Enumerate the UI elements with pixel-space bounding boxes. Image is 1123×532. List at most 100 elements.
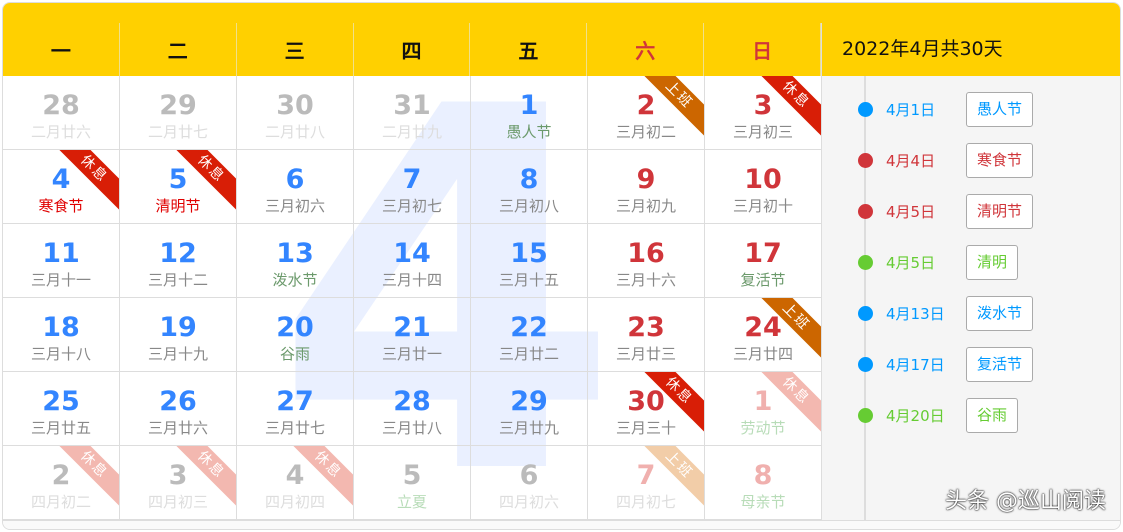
day-cell[interactable]: 23 三月廿三 bbox=[588, 298, 705, 372]
event-date: 4月13日 bbox=[886, 304, 945, 323]
day-cell[interactable]: 16 三月十六 bbox=[588, 224, 705, 298]
day-cell[interactable]: 14 三月十四 bbox=[354, 224, 471, 298]
lunar-date: 三月初十 bbox=[732, 197, 793, 215]
day-cell[interactable]: 3 四月初三 休息 bbox=[120, 446, 237, 520]
day-number: 17 bbox=[744, 238, 782, 269]
weekday-header-cell: 四 bbox=[354, 23, 471, 76]
event-tag[interactable]: 复活节 bbox=[966, 346, 1034, 382]
lunar-date: 三月初三 bbox=[732, 123, 793, 141]
day-cell[interactable]: 15 三月十五 bbox=[471, 224, 588, 298]
day-cell[interactable]: 20 谷雨 bbox=[237, 298, 354, 372]
day-cell[interactable]: 28 二月廿六 bbox=[3, 76, 120, 150]
lunar-date: 谷雨 bbox=[279, 345, 310, 363]
lunar-date: 三月十四 bbox=[381, 271, 442, 289]
lunar-date: 三月廿一 bbox=[381, 345, 442, 363]
day-number: 27 bbox=[276, 386, 314, 417]
day-cell[interactable]: 13 泼水节 bbox=[237, 224, 354, 298]
day-cell[interactable]: 2 三月初二 上班 bbox=[588, 76, 705, 150]
event-item[interactable]: 4月17日 复活节 bbox=[858, 346, 1034, 382]
day-cell[interactable]: 1 愚人节 bbox=[471, 76, 588, 150]
day-cell[interactable]: 21 三月廿一 bbox=[354, 298, 471, 372]
event-tag[interactable]: 愚人节 bbox=[966, 91, 1034, 127]
lunar-date: 三月初二 bbox=[615, 123, 676, 141]
event-date: 4月17日 bbox=[886, 355, 945, 374]
event-item[interactable]: 4月4日 寒食节 bbox=[858, 142, 1034, 178]
day-number: 1 bbox=[519, 90, 539, 121]
day-number: 10 bbox=[744, 164, 782, 195]
day-cell[interactable]: 11 三月十一 bbox=[3, 224, 120, 298]
event-item[interactable]: 4月20日 谷雨 bbox=[858, 397, 1019, 433]
timeline-dot-icon bbox=[858, 356, 873, 372]
lunar-date: 四月初三 bbox=[147, 493, 208, 511]
day-cell[interactable]: 30 三月三十 休息 bbox=[588, 372, 705, 446]
weekday-header-cell: 三 bbox=[237, 23, 354, 76]
event-tag[interactable]: 泼水节 bbox=[966, 295, 1034, 331]
lunar-date: 三月十六 bbox=[615, 271, 676, 289]
day-cell[interactable]: 31 二月廿九 bbox=[354, 76, 471, 150]
day-number: 13 bbox=[276, 238, 314, 269]
event-tag[interactable]: 清明节 bbox=[966, 193, 1034, 229]
event-tag[interactable]: 清明 bbox=[966, 244, 1019, 280]
day-number: 31 bbox=[393, 90, 431, 121]
day-cell[interactable]: 28 三月廿八 bbox=[354, 372, 471, 446]
event-tag[interactable]: 寒食节 bbox=[966, 142, 1034, 178]
lunar-date: 三月廿四 bbox=[732, 345, 793, 363]
lunar-date: 寒食节 bbox=[38, 197, 84, 215]
day-number: 11 bbox=[42, 238, 80, 269]
day-number: 29 bbox=[159, 90, 197, 121]
weekday-header-cell: 六 bbox=[587, 23, 705, 76]
event-item[interactable]: 4月5日 清明 bbox=[858, 244, 1019, 280]
day-number: 7 bbox=[402, 164, 422, 195]
timeline-dot-icon bbox=[858, 305, 873, 321]
day-number: 16 bbox=[627, 238, 665, 269]
event-date: 4月20日 bbox=[886, 406, 945, 425]
lunar-date: 四月初四 bbox=[264, 493, 325, 511]
lunar-date: 愚人节 bbox=[506, 123, 552, 141]
day-number: 8 bbox=[753, 460, 773, 491]
day-cell[interactable]: 5 立夏 bbox=[354, 446, 471, 520]
day-cell[interactable]: 22 三月廿二 bbox=[471, 298, 588, 372]
timeline-dot-icon bbox=[858, 407, 873, 423]
day-cell[interactable]: 5 清明节 休息 bbox=[120, 150, 237, 224]
lunar-date: 三月廿六 bbox=[147, 419, 208, 437]
day-cell[interactable]: 25 三月廿五 bbox=[3, 372, 120, 446]
lunar-date: 二月廿八 bbox=[264, 123, 325, 141]
event-item[interactable]: 4月1日 愚人节 bbox=[858, 91, 1034, 127]
day-cell[interactable]: 7 四月初七 上班 bbox=[588, 446, 705, 520]
lunar-date: 二月廿六 bbox=[30, 123, 91, 141]
day-cell[interactable]: 9 三月初九 bbox=[588, 150, 705, 224]
day-cell[interactable]: 29 二月廿七 bbox=[120, 76, 237, 150]
day-cell[interactable]: 12 三月十二 bbox=[120, 224, 237, 298]
day-cell[interactable]: 1 劳动节 休息 bbox=[705, 372, 822, 446]
lunar-date: 复活节 bbox=[740, 271, 786, 289]
day-number: 9 bbox=[636, 164, 656, 195]
day-cell[interactable]: 8 三月初八 bbox=[471, 150, 588, 224]
day-cell[interactable]: 2 四月初二 休息 bbox=[3, 446, 120, 520]
day-cell[interactable]: 19 三月十九 bbox=[120, 298, 237, 372]
day-cell[interactable]: 24 三月廿四 上班 bbox=[705, 298, 822, 372]
weekday-header-cell: 五 bbox=[470, 23, 588, 76]
day-cell[interactable]: 6 四月初六 bbox=[471, 446, 588, 520]
event-tag[interactable]: 谷雨 bbox=[966, 397, 1019, 433]
day-cell[interactable]: 3 三月初三 休息 bbox=[705, 76, 822, 150]
lunar-date: 三月十八 bbox=[30, 345, 91, 363]
day-number: 19 bbox=[159, 312, 197, 343]
day-cell[interactable]: 6 三月初六 bbox=[237, 150, 354, 224]
day-cell[interactable]: 29 三月廿九 bbox=[471, 372, 588, 446]
day-cell[interactable]: 7 三月初七 bbox=[354, 150, 471, 224]
day-cell[interactable]: 8 母亲节 bbox=[705, 446, 822, 520]
day-cell[interactable]: 4 四月初四 休息 bbox=[237, 446, 354, 520]
lunar-date: 三月十九 bbox=[147, 345, 208, 363]
day-cell[interactable]: 27 三月廿七 bbox=[237, 372, 354, 446]
lunar-date: 劳动节 bbox=[740, 419, 786, 437]
day-number: 6 bbox=[519, 460, 539, 491]
day-cell[interactable]: 4 寒食节 休息 bbox=[3, 150, 120, 224]
day-cell[interactable]: 18 三月十八 bbox=[3, 298, 120, 372]
day-cell[interactable]: 17 复活节 bbox=[705, 224, 822, 298]
day-cell[interactable]: 26 三月廿六 bbox=[120, 372, 237, 446]
day-number: 18 bbox=[42, 312, 80, 343]
event-item[interactable]: 4月5日 清明节 bbox=[858, 193, 1034, 229]
event-item[interactable]: 4月13日 泼水节 bbox=[858, 295, 1034, 331]
day-cell[interactable]: 10 三月初十 bbox=[705, 150, 822, 224]
day-cell[interactable]: 30 二月廿八 bbox=[237, 76, 354, 150]
